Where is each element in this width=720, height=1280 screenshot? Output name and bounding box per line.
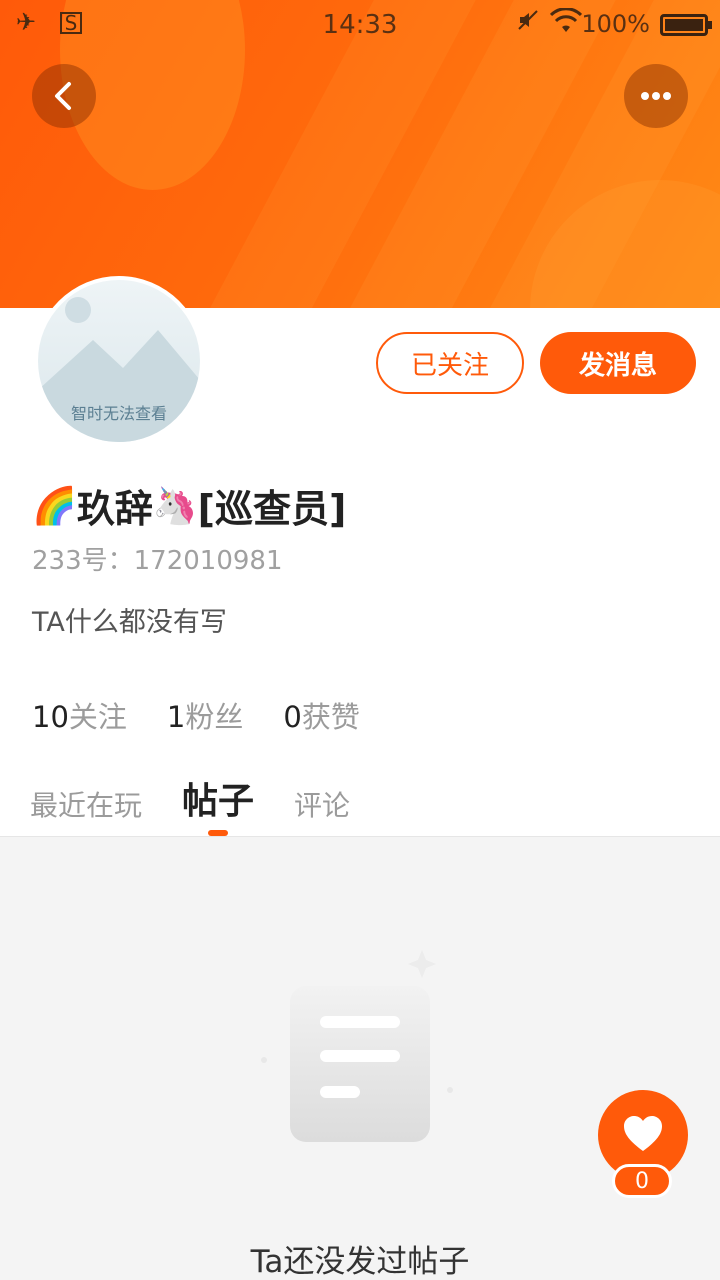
like-count-badge: 0 [612, 1164, 672, 1198]
back-button[interactable] [32, 64, 96, 128]
battery-icon [660, 14, 712, 36]
battery-percentage: 100% [581, 10, 650, 38]
unicorn-emoji: 🦄 [152, 485, 198, 527]
profile-tabs: 最近在玩 帖子 评论 [30, 772, 390, 824]
stat-number: 10 [32, 700, 69, 734]
following-button[interactable]: 已关注 [376, 332, 524, 394]
user-stats: 10 关注 1 粉丝 0 获赞 [32, 694, 400, 736]
stat-label: 粉丝 [185, 700, 244, 734]
profile-page: ✈ S 14:33 100% 智时无法查看 已关注 发消息 🌈 玖辞 🦄 [巡查… [0, 0, 720, 1280]
user-role-tag: [巡查员] [197, 487, 347, 531]
mute-icon [516, 8, 540, 38]
stat-followers[interactable]: 1 粉丝 [167, 694, 243, 736]
empty-state-message: Ta还没发过帖子 [250, 1244, 470, 1280]
stat-label: 获赞 [301, 700, 360, 734]
empty-document-icon [250, 950, 480, 1150]
stat-label: 关注 [68, 700, 127, 734]
user-id: 233号：172010981 [32, 546, 283, 576]
heart-icon [624, 1116, 662, 1151]
user-bio: TA什么都没有写 [32, 607, 227, 638]
chevron-left-icon [55, 82, 71, 110]
stat-likes: 0 获赞 [283, 694, 359, 736]
rainbow-emoji: 🌈 [32, 485, 77, 527]
user-nickname: 玖辞 [76, 487, 153, 531]
tabs-divider [0, 836, 720, 837]
user-name: 🌈 玖辞 🦄 [巡查员] [32, 478, 346, 533]
tab-recently-played[interactable]: 最近在玩 [30, 784, 142, 824]
status-bar: ✈ S 14:33 100% [0, 0, 720, 50]
tab-comments[interactable]: 评论 [294, 784, 350, 824]
tab-posts[interactable]: 帖子 [182, 772, 254, 824]
avatar[interactable]: 智时无法查看 [34, 276, 204, 446]
stat-number: 0 [283, 700, 302, 734]
more-dots-icon [641, 92, 671, 100]
stat-following[interactable]: 10 关注 [32, 694, 127, 736]
more-button[interactable] [624, 64, 688, 128]
stat-number: 1 [166, 700, 186, 734]
avatar-placeholder: 智时无法查看 [38, 280, 200, 442]
wifi-icon [549, 7, 583, 40]
avatar-caption: 智时无法查看 [70, 404, 167, 423]
send-message-button[interactable]: 发消息 [540, 332, 696, 394]
